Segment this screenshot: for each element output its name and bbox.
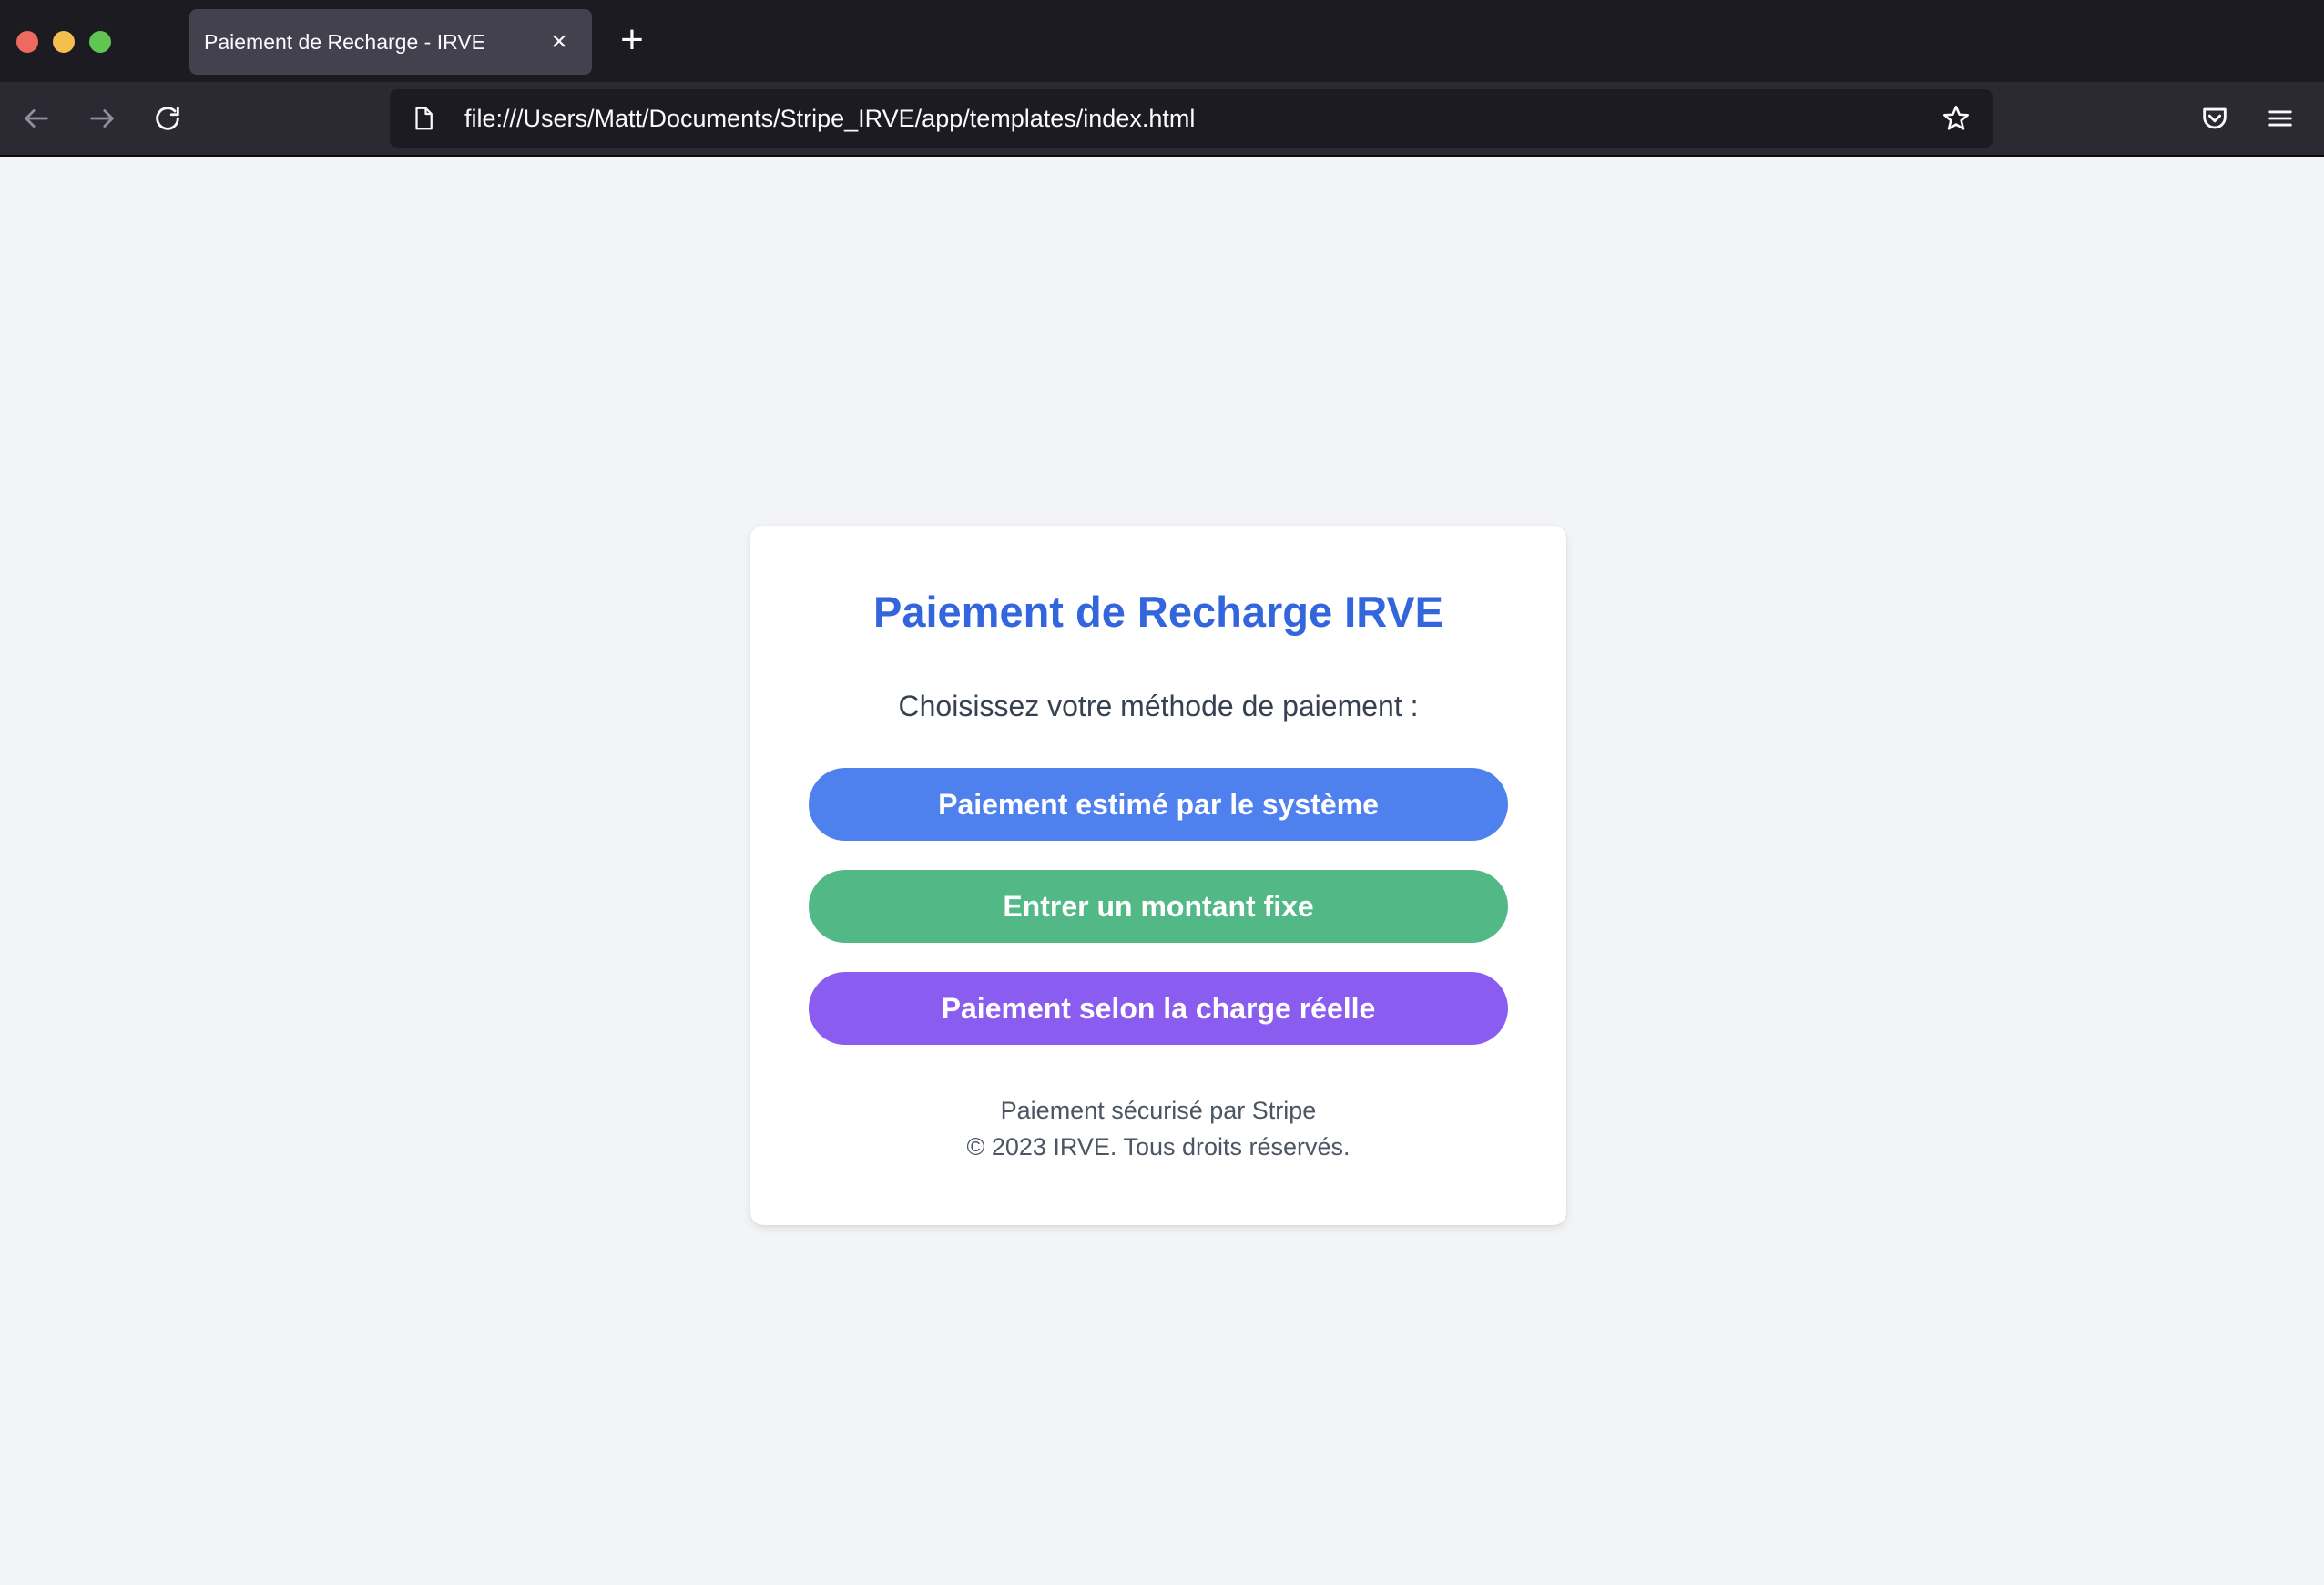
forward-button[interactable] [78, 95, 126, 142]
stripe-secured-text: Paiement sécurisé par Stripe [1000, 1097, 1317, 1124]
fixed-amount-button[interactable]: Entrer un montant fixe [809, 870, 1508, 943]
actual-charge-payment-button[interactable]: Paiement selon la charge réelle [809, 972, 1508, 1045]
payment-method-prompt: Choisissez votre méthode de paiement : [898, 690, 1419, 722]
zoom-window-button[interactable] [89, 31, 111, 53]
pocket-button[interactable] [2191, 95, 2238, 142]
arrow-left-icon [25, 109, 48, 128]
tab-close-icon[interactable]: × [541, 24, 577, 60]
menu-button[interactable] [2257, 95, 2304, 142]
minimize-window-button[interactable] [53, 31, 75, 53]
back-button[interactable] [13, 95, 60, 142]
card-footer: Paiement sécurisé par Stripe © 2023 IRVE… [750, 1092, 1566, 1165]
page-viewport: Paiement de Recharge IRVE Choisissez vot… [0, 157, 2324, 1585]
browser-tab[interactable]: Paiement de Recharge - IRVE × [189, 9, 592, 75]
payment-card: Paiement de Recharge IRVE Choisissez vot… [750, 526, 1566, 1225]
page-title: Paiement de Recharge IRVE [872, 588, 1444, 636]
arrow-right-icon [90, 109, 114, 128]
new-tab-button[interactable]: + [612, 20, 652, 60]
url-text: file:///Users/Matt/Documents/Stripe_IRVE… [464, 104, 1196, 132]
tab-title: Paiement de Recharge - IRVE [204, 29, 485, 54]
star-icon[interactable] [1938, 100, 1974, 137]
reload-button[interactable] [144, 95, 191, 142]
address-bar[interactable]: file:///Users/Matt/Documents/Stripe_IRVE… [390, 89, 1993, 148]
browser-navbar: file:///Users/Matt/Documents/Stripe_IRVE… [0, 82, 2324, 157]
estimated-payment-button[interactable]: Paiement estimé par le système [809, 768, 1508, 841]
browser-titlebar: Paiement de Recharge - IRVE × + [0, 0, 2324, 82]
close-window-button[interactable] [16, 31, 38, 53]
page-icon [408, 103, 439, 134]
reload-icon [156, 107, 179, 130]
pocket-icon [2203, 107, 2227, 129]
hamburger-menu-icon [2268, 110, 2292, 127]
copyright-text: © 2023 IRVE. Tous droits réservés. [966, 1133, 1351, 1161]
